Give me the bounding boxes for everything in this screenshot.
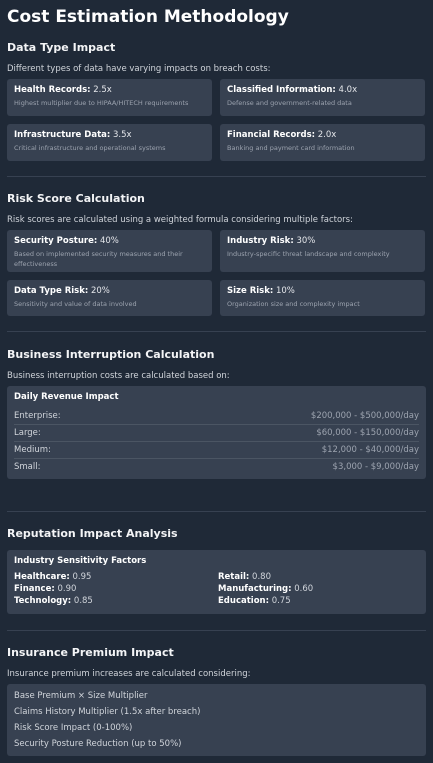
sensitivity-factor: Retail: 0.80 [218, 572, 408, 583]
factors-grid: Healthcare: 0.95 Retail: 0.80 Finance: 0… [14, 572, 419, 607]
card-description: Highest multiplier due to HIPAA/HITECH r… [14, 99, 189, 107]
factor-value: 0.80 [252, 572, 271, 582]
revenue-row: Enterprise: $200,000 - $500,000/day [14, 408, 419, 425]
section-title: Reputation Impact Analysis [7, 527, 178, 540]
sensitivity-factor: Manufacturing: 0.60 [218, 584, 408, 595]
card-value: 30% [296, 236, 316, 246]
section-divider [7, 331, 426, 332]
revenue-row: Medium: $12,000 - $40,000/day [14, 442, 419, 459]
card-value: 20% [90, 286, 110, 296]
premium-factor: Risk Score Impact (0-100%) [14, 722, 133, 733]
sensitivity-factor: Healthcare: 0.95 [14, 572, 218, 583]
premium-factor: Base Premium × Size Multiplier [14, 690, 148, 701]
daily-revenue-box: Daily Revenue Impact Enterprise: $200,00… [7, 386, 426, 479]
factor-label: Healthcare: [14, 572, 70, 582]
card-label: Size Risk: [227, 286, 274, 296]
section-title: Insurance Premium Impact [7, 646, 174, 659]
risk-factor-card: Size Risk: 10% Organization size and com… [220, 280, 425, 316]
box-title: Daily Revenue Impact [14, 392, 119, 402]
section-title: Business Interruption Calculation [7, 348, 215, 361]
card-label: Industry Risk: [227, 236, 294, 246]
factor-value: 0.95 [72, 572, 92, 582]
sensitivity-factor: Technology: 0.85 [14, 596, 218, 607]
risk-factor-card: Security Posture: 40% Based on implement… [7, 230, 212, 272]
section-divider [7, 176, 426, 177]
section-divider [7, 630, 426, 631]
card-value: 40% [99, 236, 119, 246]
section-title: Data Type Impact [7, 41, 116, 54]
sensitivity-factor: Education: 0.75 [218, 596, 408, 607]
card-description: Defense and government-related data [227, 99, 352, 107]
section-desc: Different types of data have varying imp… [7, 64, 271, 74]
card-label: Financial Records: [227, 130, 316, 140]
section-desc: Risk scores are calculated using a weigh… [7, 215, 353, 225]
revenue-size: Enterprise: [14, 410, 61, 421]
card-label: Infrastructure Data: [14, 130, 111, 140]
card-description: Sensitivity and value of data involved [14, 300, 137, 308]
card-value: 4.0x [338, 85, 358, 95]
sensitivity-box: Industry Sensitivity Factors Healthcare:… [7, 550, 426, 614]
section-desc: Business interruption costs are calculat… [7, 371, 230, 381]
revenue-range: $12,000 - $40,000/day [321, 444, 419, 455]
factor-value: 0.75 [271, 596, 291, 606]
section-title: Risk Score Calculation [7, 192, 145, 205]
revenue-size: Medium: [14, 444, 51, 455]
factor-value: 0.90 [57, 584, 77, 594]
insurance-section: Insurance Premium Impact Insurance premi… [7, 646, 426, 756]
card-value: 2.0x [317, 130, 337, 140]
revenue-size: Large: [14, 427, 41, 438]
factor-value: 0.85 [73, 596, 93, 606]
data-type-grid: Health Records: 2.5x Highest multiplier … [7, 79, 426, 161]
revenue-row: Small: $3,000 - $9,000/day [14, 459, 419, 475]
premium-factor: Security Posture Reduction (up to 50%) [14, 738, 182, 749]
factor-value: 0.60 [294, 584, 314, 594]
revenue-range: $60,000 - $150,000/day [316, 427, 419, 438]
risk-factor-card: Industry Risk: 30% Industry-specific thr… [220, 230, 425, 272]
data-type-card: Classified Information: 4.0x Defense and… [220, 79, 425, 116]
card-label: Health Records: [14, 85, 91, 95]
risk-factor-card: Data Type Risk: 20% Sensitivity and valu… [7, 280, 212, 316]
revenue-range: $3,000 - $9,000/day [332, 461, 419, 472]
factor-label: Education: [218, 596, 269, 606]
card-description: Based on implemented security measures a… [14, 250, 183, 268]
risk-score-grid: Security Posture: 40% Based on implement… [7, 230, 426, 316]
card-label: Security Posture: [14, 236, 98, 246]
reputation-section: Reputation Impact Analysis Industry Sens… [7, 527, 426, 614]
card-description: Industry-specific threat landscape and c… [227, 250, 390, 258]
data-type-card: Financial Records: 2.0x Banking and paym… [220, 124, 425, 161]
card-description: Banking and payment card information [227, 144, 355, 152]
methodology-page: Cost Estimation Methodology Data Type Im… [0, 0, 433, 756]
card-description: Critical infrastructure and operational … [14, 144, 166, 152]
card-value: 3.5x [112, 130, 132, 140]
data-type-section: Data Type Impact Different types of data… [7, 41, 426, 161]
section-divider [7, 511, 426, 512]
factor-label: Manufacturing: [218, 584, 292, 594]
card-label: Data Type Risk: [14, 286, 89, 296]
section-desc: Insurance premium increases are calculat… [7, 669, 251, 679]
card-value: 10% [275, 286, 295, 296]
data-type-card: Infrastructure Data: 3.5x Critical infra… [7, 124, 212, 161]
revenue-range: $200,000 - $500,000/day [310, 410, 419, 421]
premium-factors-box: Base Premium × Size Multiplier Claims Hi… [7, 684, 426, 756]
card-value: 2.5x [93, 85, 112, 95]
card-label: Classified Information: [227, 85, 336, 95]
business-interruption-section: Business Interruption Calculation Busine… [7, 348, 426, 479]
revenue-size: Small: [14, 461, 41, 472]
premium-factor: Claims History Multiplier (1.5x after br… [14, 706, 201, 717]
card-description: Organization size and complexity impact [227, 300, 360, 308]
sensitivity-factor: Finance: 0.90 [14, 584, 218, 595]
revenue-row: Large: $60,000 - $150,000/day [14, 425, 419, 442]
factor-label: Technology: [14, 596, 72, 606]
data-type-card: Health Records: 2.5x Highest multiplier … [7, 79, 212, 116]
risk-score-section: Risk Score Calculation Risk scores are c… [7, 192, 426, 316]
factor-label: Finance: [14, 584, 55, 594]
box-title: Industry Sensitivity Factors [14, 556, 147, 566]
page-title: Cost Estimation Methodology [7, 7, 289, 27]
factor-label: Retail: [218, 572, 250, 582]
